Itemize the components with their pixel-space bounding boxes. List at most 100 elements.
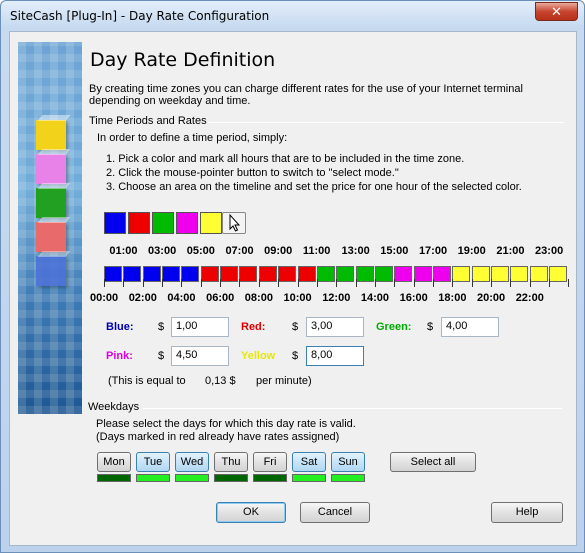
hour-tick [529,279,531,287]
hour-label: 01:00 [109,245,138,257]
day-status-bar [136,474,170,482]
pink-currency: $ [158,350,165,362]
hour-label: 08:00 [244,292,273,304]
hour-tick [394,279,396,287]
hour-tick [200,279,202,287]
hour-cell[interactable] [220,266,239,282]
day-button-tue[interactable]: Tue [136,452,170,472]
hour-label: 23:00 [535,245,564,257]
swatch-green[interactable] [152,212,174,234]
divider [208,122,564,123]
hour-tick [123,279,125,287]
hour-label: 21:00 [496,245,525,257]
swatch-blue[interactable] [104,212,126,234]
hour-tick [258,279,260,287]
red-rate-input[interactable]: 3,00 [306,317,364,337]
weekdays-instruction-1: Please select the days for which this da… [96,418,356,430]
description-line-1: By creating time zones you can charge di… [89,83,523,95]
per-minute-value: 0,13 $ [205,375,236,387]
day-button-sat[interactable]: Sat [292,452,326,472]
ok-button[interactable]: OK [216,502,286,523]
blue-rate-label: Blue: [106,321,134,333]
day-status-bar [97,474,131,482]
swatch-red[interactable] [128,212,150,234]
hour-cell[interactable] [432,266,451,282]
page-title: Day Rate Definition [90,49,276,71]
hour-tick [452,279,454,287]
hour-cell[interactable] [297,266,316,282]
hour-cell[interactable] [258,266,277,282]
pink-rate-label: Pink: [106,350,133,362]
hour-tick [355,279,357,287]
hour-cell[interactable] [529,266,548,282]
day-button-mon[interactable]: Mon [97,452,131,472]
hour-tick [471,279,473,287]
day-status-bar [331,474,365,482]
hour-cell[interactable] [162,266,181,282]
cube-yellow-icon [36,120,66,150]
day-button-thu[interactable]: Thu [214,452,248,472]
equal-suffix: per minute) [256,375,312,387]
step-1: 1. Pick a color and mark all hours that … [106,153,465,165]
hour-label: 06:00 [206,292,235,304]
hour-cell[interactable] [336,266,355,282]
hour-tick [104,279,105,287]
hour-tick [336,279,338,287]
swatch-pink[interactable] [176,212,198,234]
hour-label: 10:00 [283,292,312,304]
hour-label: 04:00 [167,292,196,304]
hour-cell[interactable] [278,266,297,282]
hour-tick [549,279,551,287]
hour-label: 22:00 [515,292,544,304]
hour-cell[interactable] [104,266,122,282]
hour-cell[interactable] [452,266,471,282]
hour-cell[interactable] [200,266,219,282]
blue-rate-input[interactable]: 1,00 [171,317,229,337]
weekdays-instruction-2: (Days marked in red already have rates a… [96,431,340,443]
close-button[interactable]: ✕ [535,2,578,21]
swatch-yellow[interactable] [200,212,222,234]
red-currency: $ [292,321,299,333]
day-button-sun[interactable]: Sun [331,452,365,472]
hour-label: 03:00 [148,245,177,257]
hour-cell[interactable] [510,266,529,282]
hour-cell[interactable] [239,266,258,282]
hour-label: 15:00 [380,245,409,257]
hour-cell[interactable] [549,266,568,282]
hour-cell[interactable] [181,266,200,282]
day-status-bar [175,474,209,482]
hour-cell[interactable] [123,266,142,282]
mouse-pointer-button[interactable] [222,212,246,234]
hour-tick [278,279,280,287]
periods-intro: In order to define a time period, simply… [97,132,288,144]
hour-cell[interactable] [142,266,161,282]
select-all-button[interactable]: Select all [390,452,476,472]
pink-rate-input[interactable]: 4,50 [171,346,229,366]
hour-cell[interactable] [394,266,413,282]
hour-tick [220,279,222,287]
hour-cell[interactable] [491,266,509,282]
hour-tick [316,279,318,287]
hour-label: 09:00 [264,245,293,257]
hour-cell[interactable] [471,266,490,282]
equal-prefix: (This is equal to [108,375,186,387]
hour-label: 16:00 [399,292,428,304]
hour-label: 18:00 [438,292,467,304]
help-button[interactable]: Help [491,502,563,523]
mouse-pointer-icon [229,213,241,232]
hour-cell[interactable] [374,266,393,282]
hour-cell[interactable] [413,266,432,282]
blue-currency: $ [158,321,165,333]
hour-tick [510,279,512,287]
green-rate-input[interactable]: 4,00 [441,317,499,337]
day-button-fri[interactable]: Fri [253,452,287,472]
title-bar[interactable]: SiteCash [Plug-In] - Day Rate Configurat… [1,1,584,30]
hour-label: 14:00 [360,292,390,304]
step-3: 3. Choose an area on the timeline and se… [106,181,522,193]
cancel-button[interactable]: Cancel [300,502,370,523]
hour-cell[interactable] [316,266,335,282]
hour-label: 02:00 [128,292,157,304]
yellow-rate-input[interactable]: 8,00 [306,346,364,366]
hour-cell[interactable] [355,266,374,282]
day-button-wed[interactable]: Wed [175,452,209,472]
